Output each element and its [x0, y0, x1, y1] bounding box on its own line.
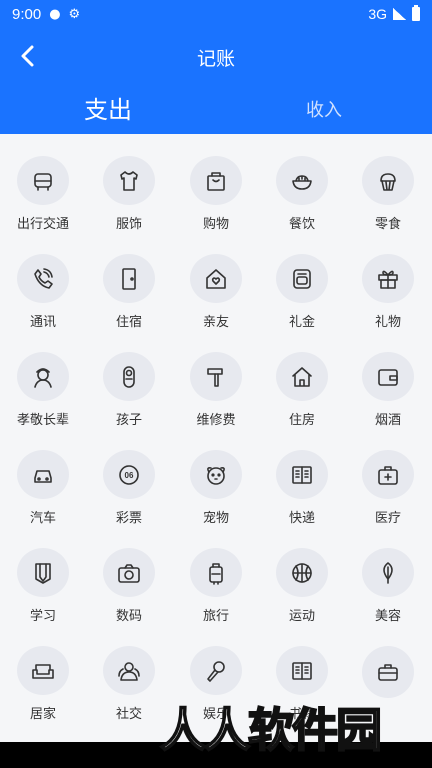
- status-bar: 9:00 ● ⚙ 3G: [0, 0, 432, 28]
- category-label: 社交: [115, 707, 142, 722]
- gift-icon: [362, 254, 414, 303]
- category-label: 居家: [29, 707, 56, 722]
- tab-income[interactable]: 收入: [306, 96, 342, 122]
- category-label: 旅行: [202, 609, 229, 624]
- people-icon: [103, 646, 155, 695]
- message-icon: ●: [49, 6, 61, 22]
- car-icon: [17, 156, 69, 205]
- briefcase-icon: [362, 646, 414, 698]
- category-label: 出行交通: [16, 217, 69, 232]
- battery-icon: [412, 5, 420, 21]
- category-item[interactable]: 孩子: [86, 330, 172, 428]
- signal-icon: [393, 8, 406, 20]
- house-icon: [276, 352, 328, 401]
- baby-icon: [103, 352, 155, 401]
- bag-icon: [190, 156, 242, 205]
- category-item[interactable]: 运动: [259, 526, 345, 624]
- category-item[interactable]: 06 彩票: [86, 428, 172, 526]
- category-item[interactable]: 购物: [173, 134, 259, 232]
- bowl-icon: [276, 156, 328, 205]
- settings-icon: ⚙: [68, 6, 81, 22]
- leaf-icon: [362, 548, 414, 597]
- svg-text:06: 06: [125, 471, 134, 480]
- category-label: 美容: [374, 609, 401, 624]
- category-label: 孩子: [115, 413, 142, 428]
- category-item[interactable]: 礼金: [259, 232, 345, 330]
- category-label: 彩票: [115, 511, 142, 526]
- car-front-icon: [17, 450, 69, 499]
- network-label: 3G: [368, 6, 387, 22]
- category-label: 烟酒: [374, 413, 401, 428]
- pet-icon: [190, 450, 242, 499]
- category-label: 学习: [29, 609, 56, 624]
- category-item[interactable]: 学习: [0, 526, 86, 624]
- category-label: 礼物: [374, 315, 401, 330]
- category-label: 服饰: [115, 217, 142, 232]
- pencil-icon: [17, 548, 69, 597]
- tab-expense[interactable]: 支出: [84, 90, 132, 125]
- category-item[interactable]: 服饰: [86, 134, 172, 232]
- sofa-icon: [17, 646, 69, 695]
- basketball-icon: [276, 548, 328, 597]
- hammer-icon: [190, 352, 242, 401]
- category-item[interactable]: 孝敬长辈: [0, 330, 86, 428]
- category-item[interactable]: 住房: [259, 330, 345, 428]
- elder-icon: [17, 352, 69, 401]
- category-label: 购物: [202, 217, 229, 232]
- page-title: 记账: [196, 48, 235, 70]
- category-label: 礼金: [288, 315, 315, 330]
- category-item[interactable]: 出行交通: [0, 134, 86, 232]
- category-label: 快递: [288, 511, 315, 526]
- category-label: 数码: [115, 609, 142, 624]
- category-item[interactable]: 居家: [0, 624, 86, 722]
- category-item[interactable]: 通讯: [0, 232, 86, 330]
- category-item[interactable]: 住宿: [86, 232, 172, 330]
- category-label: 宠物: [202, 511, 229, 526]
- category-item[interactable]: 宠物: [173, 428, 259, 526]
- category-label: 餐饮: [288, 217, 315, 232]
- watermark-text: 人人软件园: [159, 702, 383, 758]
- category-item[interactable]: 烟酒: [345, 330, 431, 428]
- door-icon: [103, 254, 155, 303]
- category-item[interactable]: 快递: [259, 428, 345, 526]
- category-grid: 出行交通 服饰 购物 餐饮 零食通讯 住宿 亲友 礼金 礼物孝敬长辈 孩子 维修费 住房 烟酒汽车 06 彩…: [0, 134, 432, 744]
- gift-envelope-icon: [276, 254, 328, 303]
- category-item[interactable]: 亲友: [173, 232, 259, 330]
- tab-bar: 支出 收入: [0, 84, 432, 134]
- category-item[interactable]: 医疗: [345, 428, 431, 526]
- category-item[interactable]: 零食: [345, 134, 431, 232]
- category-label: 零食: [374, 217, 401, 232]
- app-bar: 记账: [0, 28, 432, 84]
- category-label: 通讯: [29, 315, 56, 330]
- microphone-icon: [190, 646, 242, 695]
- category-label: 运动: [288, 609, 315, 624]
- category-item[interactable]: 汽车: [0, 428, 86, 526]
- camera-icon: [103, 548, 155, 597]
- status-time: 9:00: [12, 5, 42, 23]
- category-label: 孝敬长辈: [16, 413, 69, 428]
- cupcake-icon: [362, 156, 414, 205]
- category-item[interactable]: 数码: [86, 526, 172, 624]
- home-heart-icon: [190, 254, 242, 303]
- category-label: 医疗: [374, 511, 401, 526]
- category-label: 住房: [288, 413, 315, 428]
- category-label: 亲友: [202, 315, 229, 330]
- category-item[interactable]: 维修费: [173, 330, 259, 428]
- shirt-icon: [103, 156, 155, 205]
- phone-icon: [17, 254, 69, 303]
- status-right: 3G: [368, 5, 420, 22]
- lottery-icon: 06: [103, 450, 155, 499]
- book-open-icon: [276, 646, 328, 695]
- medical-kit-icon: [362, 450, 414, 499]
- wallet-icon: [362, 352, 414, 401]
- category-label: 住宿: [115, 315, 142, 330]
- book-icon: [276, 450, 328, 499]
- category-item[interactable]: 礼物: [345, 232, 431, 330]
- category-item[interactable]: 餐饮: [259, 134, 345, 232]
- category-item[interactable]: 美容: [345, 526, 431, 624]
- category-item[interactable]: 旅行: [173, 526, 259, 624]
- category-label: 汽车: [29, 511, 56, 526]
- category-label: 维修费: [196, 413, 236, 428]
- luggage-icon: [190, 548, 242, 597]
